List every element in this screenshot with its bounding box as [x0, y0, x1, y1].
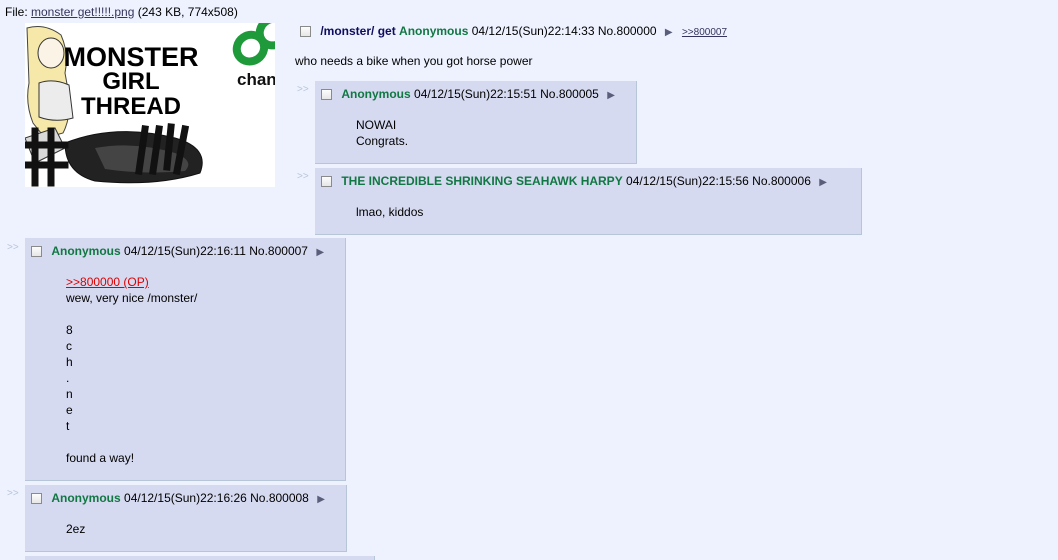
- reply-number[interactable]: No.800005: [540, 87, 599, 101]
- reply-number[interactable]: No.800008: [250, 491, 309, 505]
- reply-number[interactable]: No.800007: [249, 244, 308, 258]
- reply-datetime: 04/12/15(Sun)22:15:51: [414, 87, 537, 101]
- reply-post: Anonymous 04/12/15(Sun)22:16:26 No.80000…: [25, 485, 347, 552]
- reply-datetime: 04/12/15(Sun)22:16:26: [124, 491, 247, 505]
- op-backlink[interactable]: >>800007: [682, 27, 727, 38]
- op-datetime: 04/12/15(Sun)22:14:33: [471, 24, 595, 38]
- reply-message: 2ez: [66, 522, 86, 536]
- reply-header: THE INCREDIBLE SHRINKING SEAHAWK HARPY 0…: [321, 174, 827, 188]
- reply-name: THE INCREDIBLE SHRINKING SEAHAWK HARPY: [341, 174, 623, 188]
- reply-menu-arrow-icon[interactable]: ▶: [819, 177, 827, 188]
- reply-header: Anonymous 04/12/15(Sun)22:16:26 No.80000…: [31, 491, 325, 505]
- svg-text:GIRL: GIRL: [102, 68, 159, 95]
- reply-number[interactable]: No.800006: [752, 174, 811, 188]
- op-thumbnail[interactable]: MONSTER GIRL THREAD chan: [25, 23, 275, 187]
- op-message: who needs a bike when you got horse powe…: [295, 54, 533, 68]
- reply-message: >>800000 (OP) wew, very nice /monster/ 8…: [66, 275, 198, 465]
- reply-datetime: 04/12/15(Sun)22:15:56: [626, 174, 749, 188]
- reply-menu-arrow-icon[interactable]: ▶: [316, 247, 324, 258]
- reply-post: THE INCREDIBLE SHRINKING SEAHAWK HARPY 0…: [315, 168, 862, 235]
- reply-post-partial: [25, 556, 375, 560]
- reply-header: Anonymous 04/12/15(Sun)22:16:11 No.80000…: [31, 244, 324, 258]
- thumbnail-image: MONSTER GIRL THREAD chan: [25, 23, 275, 187]
- reply-name: Anonymous: [51, 491, 121, 505]
- reply-side-arrows: >>: [297, 171, 309, 182]
- svg-text:chan: chan: [237, 70, 275, 89]
- reply-side-arrows: >>: [297, 84, 309, 95]
- quote-link[interactable]: >>800000 (OP): [66, 275, 149, 289]
- reply-side-arrows: >>: [7, 488, 19, 499]
- reply-menu-arrow-icon[interactable]: ▶: [317, 494, 325, 505]
- reply-select-checkbox[interactable]: [31, 493, 42, 504]
- reply-select-checkbox[interactable]: [31, 246, 42, 257]
- op-number[interactable]: No.800000: [598, 24, 657, 38]
- reply-message: lmao, kiddos: [356, 205, 424, 219]
- reply-post: Anonymous 04/12/15(Sun)22:15:51 No.80000…: [315, 81, 637, 164]
- reply-menu-arrow-icon[interactable]: ▶: [607, 90, 615, 101]
- reply-datetime: 04/12/15(Sun)22:16:11: [124, 244, 246, 258]
- svg-text:THREAD: THREAD: [81, 93, 181, 120]
- reply-message: NOWAI Congrats.: [356, 118, 409, 148]
- file-meta: (243 KB, 774x508): [137, 5, 238, 19]
- file-link[interactable]: monster get!!!!!.png: [31, 5, 134, 19]
- reply-header: Anonymous 04/12/15(Sun)22:15:51 No.80000…: [321, 87, 615, 101]
- reply-post: Anonymous 04/12/15(Sun)22:16:11 No.80000…: [25, 238, 346, 481]
- reply-select-checkbox[interactable]: [321, 89, 332, 100]
- reply-name: Anonymous: [341, 87, 411, 101]
- reply-select-checkbox[interactable]: [321, 176, 332, 187]
- op-subject: /monster/ get: [320, 24, 396, 38]
- op-header: /monster/ get Anonymous 04/12/15(Sun)22:…: [300, 24, 727, 38]
- file-info: File: monster get!!!!!.png (243 KB, 774x…: [5, 5, 238, 19]
- file-label: File:: [5, 5, 28, 19]
- reply-side-arrows: >>: [7, 242, 19, 253]
- op-name: Anonymous: [399, 24, 469, 38]
- op-select-checkbox[interactable]: [300, 26, 311, 37]
- reply-name: Anonymous: [51, 244, 121, 258]
- thread-page: File: monster get!!!!!.png (243 KB, 774x…: [0, 0, 1058, 560]
- op-menu-arrow-icon[interactable]: ▶: [665, 27, 673, 38]
